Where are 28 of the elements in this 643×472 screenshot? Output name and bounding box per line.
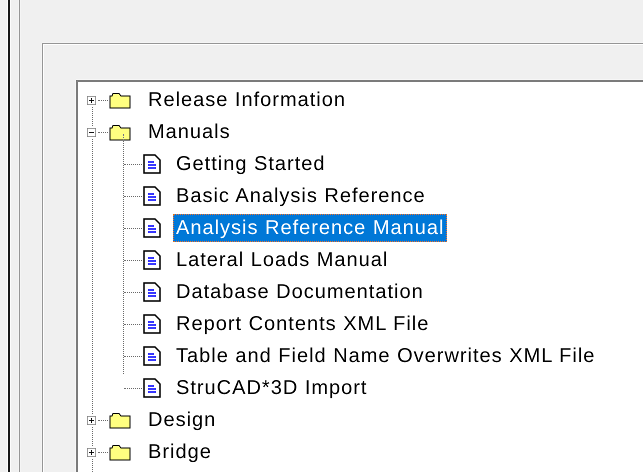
tree-item[interactable]: StruCAD*3D Import [173,374,370,402]
folder-icon [109,444,131,460]
tree-item[interactable]: Table and Field Name Overwrites XML File [173,342,598,370]
tree-item[interactable]: Analysis Reference Manual [173,214,448,242]
tree-item[interactable]: Basic Analysis Reference [173,182,429,210]
expand-icon[interactable] [87,94,96,106]
tree-item[interactable]: Getting Started [173,150,329,178]
tree-item[interactable]: Manuals [145,118,234,146]
tree-item[interactable]: Bridge [145,438,215,466]
document-icon [143,314,161,334]
document-icon [143,250,161,270]
document-icon [143,378,161,398]
document-icon [143,282,161,302]
folder-icon [109,124,131,140]
collapse-icon[interactable] [87,126,96,138]
expand-icon[interactable] [87,446,96,458]
tree-item[interactable]: Lateral Loads Manual [173,246,392,274]
expand-icon[interactable] [87,414,96,426]
tree-item[interactable]: Report Contents XML File [173,310,432,338]
document-icon [143,186,161,206]
document-icon [143,346,161,366]
tree-item[interactable]: Release Information [145,86,349,114]
document-icon [143,154,161,174]
folder-icon [109,412,131,428]
tree-item[interactable]: Design [145,406,220,434]
folder-icon [109,92,131,108]
document-icon [143,218,161,238]
tree-item[interactable]: Database Documentation [173,278,427,306]
